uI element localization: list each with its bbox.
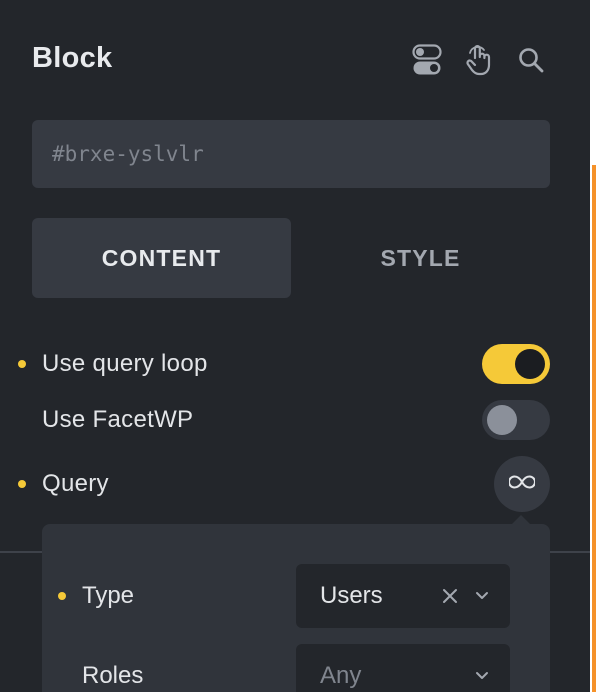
modified-indicator [18, 360, 26, 368]
toggle-switches-icon[interactable] [411, 44, 443, 76]
use-query-loop-toggle[interactable] [482, 344, 550, 384]
panel-title: Block [32, 42, 113, 74]
clear-icon[interactable] [439, 585, 461, 607]
use-facetwp-toggle[interactable] [482, 400, 550, 440]
query-type-select[interactable]: Users [296, 564, 510, 628]
tab-content[interactable]: CONTENT [32, 218, 291, 298]
element-settings-panel: Block CONTENT STYLE Use query loop Use [0, 0, 590, 692]
toggle-knob [487, 405, 517, 435]
query-popover: Type Users Roles Any [42, 515, 550, 692]
query-type-label: Type [82, 582, 135, 609]
use-query-loop-row: Use query loop [0, 344, 590, 384]
query-label: Query [42, 470, 109, 497]
query-roles-row: Roles Any [42, 644, 550, 692]
toggle-knob [515, 349, 545, 379]
query-settings-button[interactable] [494, 456, 550, 512]
use-query-loop-label: Use query loop [42, 350, 208, 377]
modified-indicator [58, 592, 66, 600]
infinity-icon [508, 474, 536, 494]
query-roles-select[interactable]: Any [296, 644, 510, 692]
canvas-edge [590, 0, 596, 692]
modified-indicator [18, 480, 26, 488]
query-roles-label: Roles [82, 662, 144, 689]
query-type-row: Type Users [42, 564, 550, 628]
chevron-down-icon[interactable] [471, 585, 493, 607]
popover-caret [512, 515, 530, 524]
hand-pointer-icon[interactable] [463, 44, 495, 76]
query-roles-placeholder: Any [320, 662, 362, 689]
query-type-value: Users [320, 582, 383, 609]
chevron-down-icon[interactable] [471, 665, 493, 687]
element-id-field[interactable] [32, 120, 550, 188]
search-icon[interactable] [515, 44, 547, 76]
selection-outline [592, 165, 596, 692]
use-facetwp-row: Use FacetWP [0, 400, 590, 440]
use-facetwp-label: Use FacetWP [42, 406, 194, 433]
tab-style[interactable]: STYLE [291, 218, 550, 298]
